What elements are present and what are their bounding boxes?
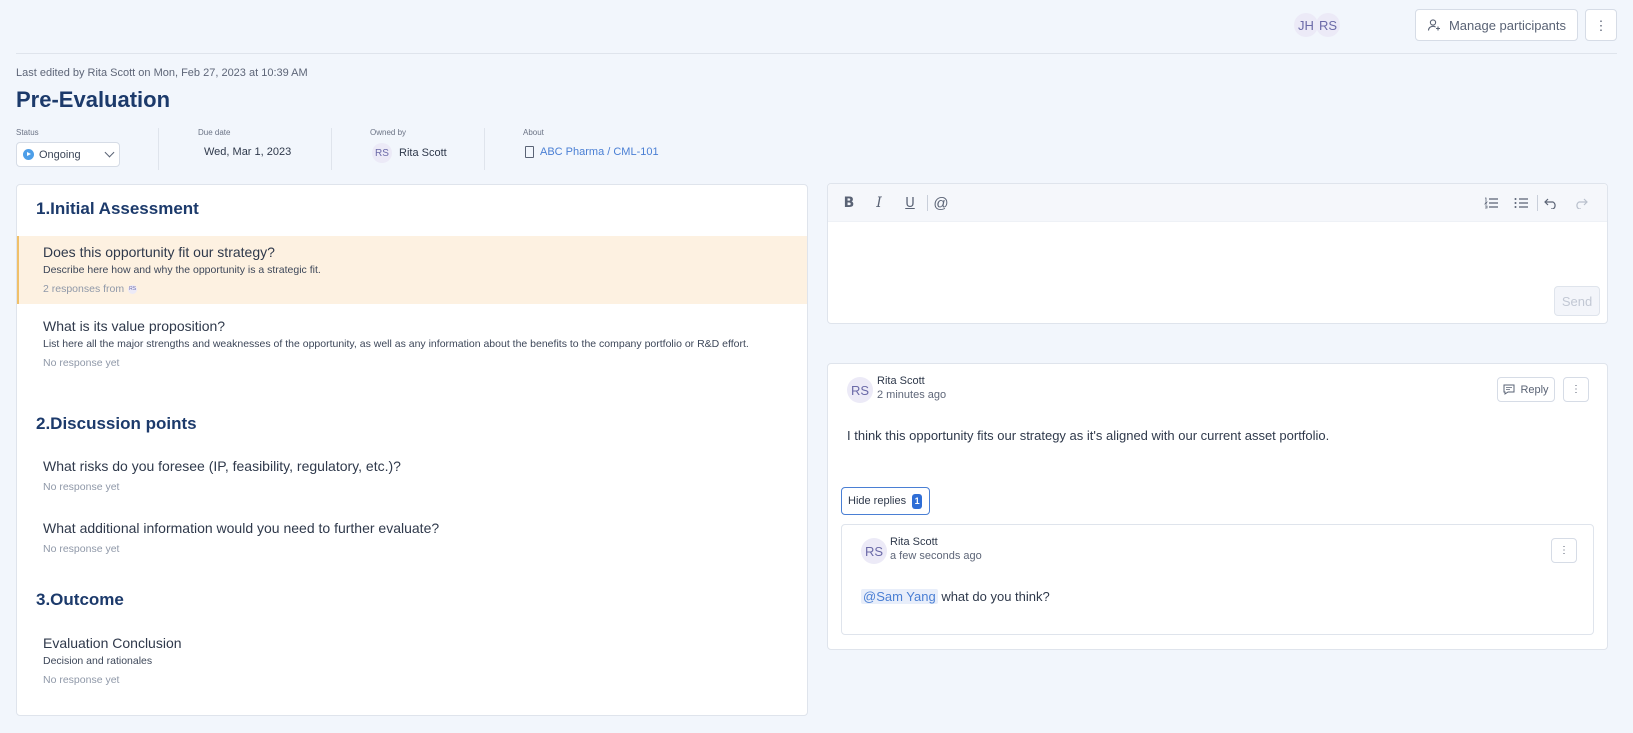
hide-replies-label: Hide replies (848, 495, 907, 507)
question-item[interactable]: What is its value proposition? List here… (17, 318, 807, 369)
section-title: 1.Initial Assessment (36, 199, 199, 218)
more-options-button[interactable]: ⋮ (1585, 9, 1617, 41)
due-date-value[interactable]: Wed, Mar 1, 2023 (204, 146, 291, 158)
send-button[interactable]: Send (1554, 286, 1600, 316)
about-field: About ABC Pharma / CML-101 (523, 128, 659, 158)
about-link-text: ABC Pharma / CML-101 (540, 146, 659, 158)
question-status: No response yet (43, 357, 120, 369)
bold-icon[interactable]: B (840, 194, 858, 212)
comment-author: Rita Scott (877, 375, 925, 387)
reply-text: @Sam Yang what do you think? (861, 589, 1050, 604)
divider (16, 53, 1617, 54)
divider (927, 195, 928, 211)
top-bar: JH RS Manage participants ⋮ (0, 0, 1633, 54)
document-icon (525, 146, 534, 158)
mention-tag[interactable]: @Sam Yang (861, 589, 938, 604)
play-icon (23, 149, 34, 160)
question-title: What risks do you foresee (IP, feasibili… (43, 458, 401, 474)
redo-icon[interactable] (1572, 194, 1590, 212)
question-title: Does this opportunity fit our strategy? (43, 244, 275, 260)
comment-time: 2 minutes ago (877, 389, 947, 401)
avatar[interactable]: JH (1294, 13, 1318, 37)
about-label: About (523, 128, 544, 137)
response-count: 2 responses from (43, 283, 125, 295)
about-link[interactable]: ABC Pharma / CML-101 (525, 146, 659, 158)
question-status: No response yet (43, 481, 120, 493)
question-description: Decision and rationales (43, 655, 153, 667)
comment-more-button[interactable]: ⋮ (1563, 377, 1589, 402)
avatar: RS (128, 284, 138, 294)
question-item[interactable]: Does this opportunity fit our strategy? … (17, 236, 807, 304)
divider (158, 128, 159, 170)
divider (484, 128, 485, 170)
question-status: No response yet (43, 674, 120, 686)
chevron-down-icon (104, 147, 115, 158)
question-item[interactable]: What additional information would you ne… (17, 520, 807, 555)
owner-label: Owned by (370, 128, 407, 137)
page-title: Pre-Evaluation (16, 87, 171, 112)
reply-count-badge: 1 (912, 493, 923, 509)
question-status: 2 responses from RS (43, 283, 807, 295)
question-description: Describe here how and why the opportunit… (43, 264, 321, 276)
reply-text-body: what do you think? (937, 589, 1050, 604)
comment-icon (1503, 384, 1515, 395)
avatar: RS (861, 538, 887, 564)
status-select[interactable]: Ongoing (16, 142, 120, 167)
reply-button[interactable]: Reply (1497, 377, 1555, 402)
avatar[interactable]: RS (1316, 13, 1340, 37)
question-description: List here all the major strengths and we… (43, 338, 749, 350)
bullet-list-icon[interactable] (1512, 194, 1530, 212)
owner-value[interactable]: RS Rita Scott (370, 143, 447, 163)
reply-author: Rita Scott (890, 536, 938, 548)
kebab-icon: ⋮ (1594, 17, 1608, 33)
divider (1537, 195, 1538, 211)
section-title: 2.Discussion points (36, 414, 197, 433)
properties-row: Status Ongoing Due date Wed, Mar 1, 2023… (16, 128, 696, 170)
participant-avatars[interactable]: JH RS (1294, 13, 1340, 37)
section-title: 3.Outcome (36, 590, 124, 609)
undo-icon[interactable] (1542, 194, 1560, 212)
last-edited-text: Last edited by Rita Scott on Mon, Feb 27… (16, 67, 308, 79)
ordered-list-icon[interactable] (1482, 194, 1500, 212)
kebab-icon: ⋮ (1571, 384, 1581, 395)
questions-panel: 1.Initial Assessment Does this opportuni… (16, 184, 808, 716)
editor-toolbar: B I U @ (828, 184, 1607, 222)
add-user-icon (1427, 19, 1440, 31)
divider (331, 128, 332, 170)
comment-thread: RS Rita Scott 2 minutes ago Reply ⋮ I th… (827, 363, 1608, 650)
comment-input[interactable] (828, 222, 1607, 323)
comment-text: I think this opportunity fits our strate… (847, 428, 1330, 443)
owner-field: Owned by RS Rita Scott (370, 128, 447, 163)
reply-time: a few seconds ago (890, 550, 982, 562)
manage-participants-button[interactable]: Manage participants (1415, 9, 1578, 41)
underline-icon[interactable]: U (901, 194, 919, 212)
mention-icon[interactable]: @ (932, 194, 950, 212)
question-status: No response yet (43, 543, 120, 555)
question-title: What is its value proposition? (43, 318, 226, 334)
question-item[interactable]: Evaluation Conclusion Decision and ratio… (17, 635, 807, 686)
due-date-field: Due date Wed, Mar 1, 2023 (198, 128, 291, 158)
question-title: What additional information would you ne… (43, 520, 440, 536)
due-date-label: Due date (198, 128, 231, 137)
comment-editor: B I U @ Send (827, 183, 1608, 324)
avatar: RS (372, 143, 392, 163)
hide-replies-button[interactable]: Hide replies 1 (841, 487, 930, 515)
avatar: RS (847, 377, 873, 403)
question-title: Evaluation Conclusion (43, 635, 182, 651)
status-value: Ongoing (39, 148, 81, 161)
italic-icon[interactable]: I (870, 194, 888, 212)
kebab-icon: ⋮ (1559, 545, 1569, 556)
reply-label: Reply (1520, 383, 1549, 396)
status-field: Status Ongoing (16, 128, 120, 167)
manage-participants-label: Manage participants (1448, 17, 1567, 33)
question-item[interactable]: What risks do you foresee (IP, feasibili… (17, 458, 807, 493)
reply-more-button[interactable]: ⋮ (1551, 538, 1577, 563)
owner-name: Rita Scott (399, 147, 447, 159)
reply-item: RS Rita Scott a few seconds ago ⋮ @Sam Y… (841, 524, 1594, 635)
status-label: Status (16, 128, 39, 137)
